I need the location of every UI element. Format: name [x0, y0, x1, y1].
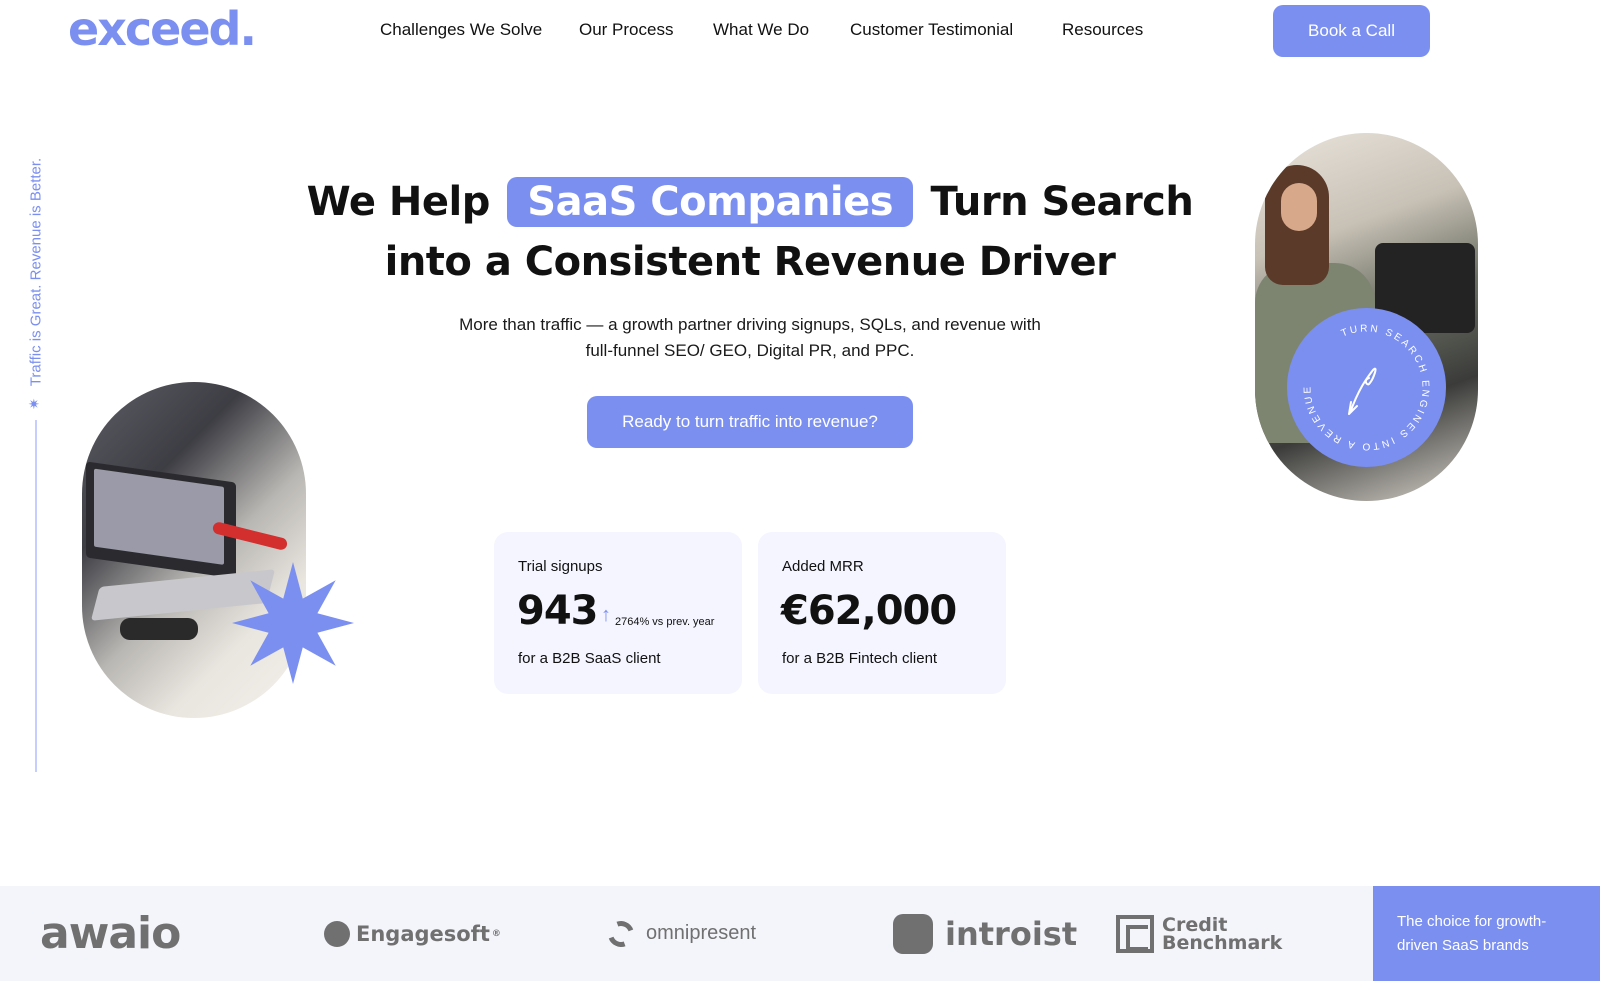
nav-item-resources[interactable]: Resources [1062, 20, 1143, 40]
choice-callout: The choice for growth- driven SaaS brand… [1373, 886, 1600, 981]
introist-wordmark: introist [945, 914, 1078, 953]
choice-text-line2: driven SaaS brands [1397, 937, 1529, 954]
nav-item-process[interactable]: Our Process [579, 20, 673, 40]
registered-mark: ® [491, 928, 501, 939]
credit-benchmark-wordmark: Credit Benchmark [1162, 913, 1283, 954]
badge-circular-text: TURN SEARCH ENGINES INTO A REVENUE POWER… [1287, 308, 1428, 452]
credit-benchmark-word2: Benchmark [1162, 931, 1283, 954]
laptop-screen [94, 468, 224, 565]
credit-benchmark-logo: Credit Benchmark [1116, 886, 1282, 981]
stat-description: for a B2B SaaS client [518, 650, 661, 667]
hero-title-highlight: SaaS Companies [507, 177, 914, 227]
arrow-up-icon: ↑ [601, 604, 611, 626]
side-divider [35, 420, 37, 772]
client-logo-band: awaio Engagesoft ® omnipresent introist … [0, 886, 1600, 981]
stat-value: €62,000 [781, 588, 957, 634]
stat-card-trial-signups: Trial signups 943 ↑ 2764% vs prev. year … [494, 532, 742, 694]
stat-label: Trial signups [518, 558, 603, 575]
engagesoft-wordmark: Engagesoft [356, 921, 490, 946]
engagesoft-dot-icon [324, 920, 350, 947]
nav-item-challenges[interactable]: Challenges We Solve [380, 20, 542, 40]
book-call-button[interactable]: Book a Call [1273, 5, 1430, 57]
laptop-shape [86, 461, 236, 579]
phone-shape [120, 618, 198, 640]
nav-item-testimonial[interactable]: Customer Testimonial [850, 20, 1013, 40]
hero-title-prefix: We Help [306, 179, 491, 225]
stat-value: 943 [517, 588, 598, 634]
introist-square-icon [893, 913, 933, 954]
engagesoft-logo: Engagesoft ® [324, 886, 501, 981]
choice-text-line1: The choice for growth- [1397, 913, 1547, 930]
omnipresent-logo: omnipresent [603, 886, 757, 981]
exceed-logo[interactable]: exceed. [68, 2, 257, 56]
hero-title-suffix: Turn Search [930, 179, 1194, 225]
star-icon: ✷ [28, 396, 40, 412]
arrow-doodle-icon [1348, 367, 1377, 415]
omnipresent-mark-icon [603, 916, 639, 951]
omnipresent-wordmark: omnipresent [646, 922, 757, 944]
introist-logo: introist [893, 886, 1077, 981]
starburst-icon [232, 562, 354, 684]
stat-card-added-mrr: Added MRR €62,000 for a B2B Fintech clie… [758, 532, 1006, 694]
credit-benchmark-word1: Credit [1162, 913, 1228, 936]
credit-benchmark-mark-icon [1116, 914, 1154, 953]
stat-delta: 2764% vs prev. year [615, 616, 715, 628]
circular-text-badge: TURN SEARCH ENGINES INTO A REVENUE POWER… [1287, 308, 1446, 467]
stat-description: for a B2B Fintech client [782, 650, 938, 667]
stat-label: Added MRR [782, 558, 864, 575]
svg-text:TURN SEARCH ENGINES INTO A REV: TURN SEARCH ENGINES INTO A REVENUE POWER… [1287, 308, 1431, 452]
badge-svg: TURN SEARCH ENGINES INTO A REVENUE POWER… [1287, 308, 1431, 452]
awaio-logo: awaio [40, 908, 181, 959]
cta-button[interactable]: Ready to turn traffic into revenue? [587, 396, 913, 448]
nav-item-what-we-do[interactable]: What We Do [713, 20, 809, 40]
face-shape [1281, 183, 1317, 231]
